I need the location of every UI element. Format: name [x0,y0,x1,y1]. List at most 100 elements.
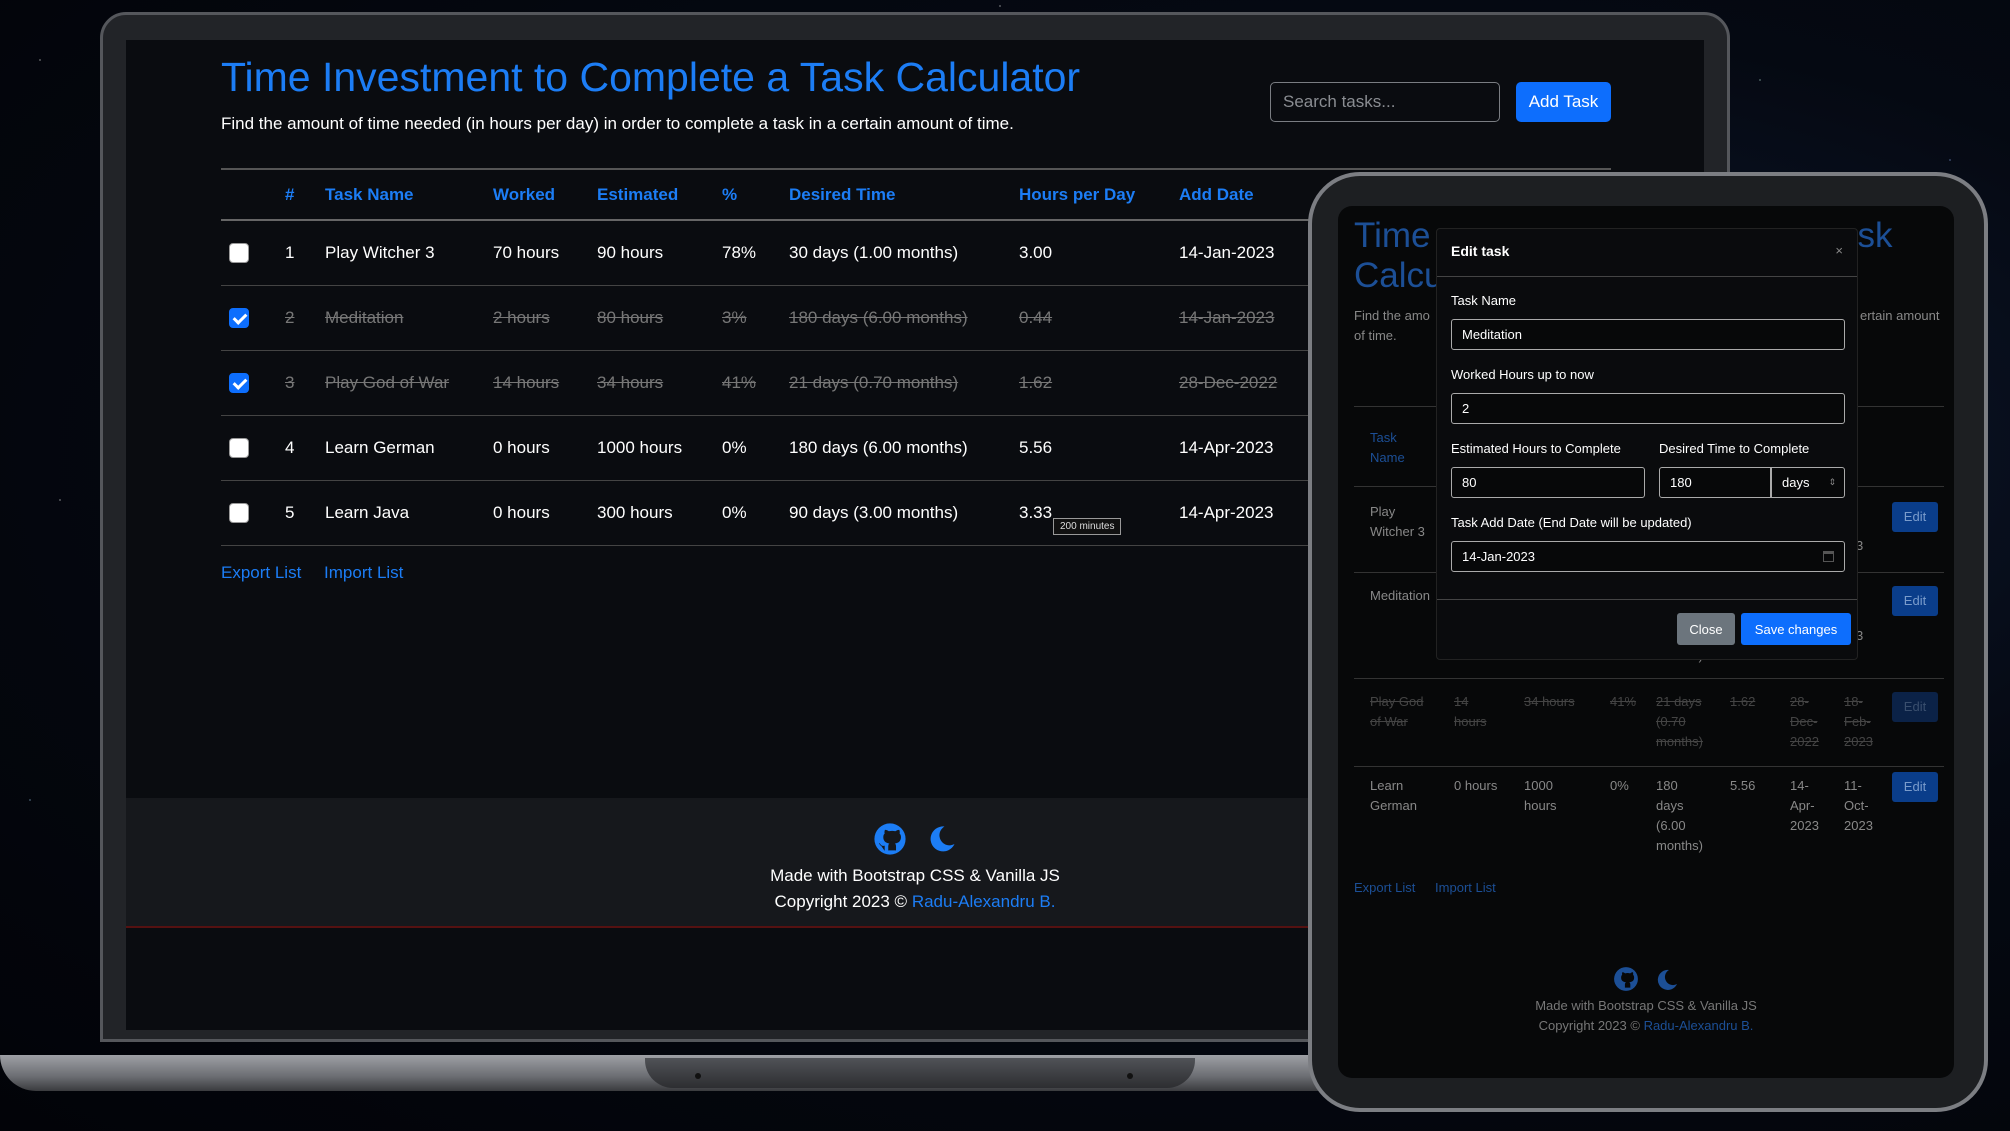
task-done-checkbox[interactable] [229,372,249,393]
moon-icon[interactable] [1655,968,1679,998]
modal-footer-divider [1437,599,1857,600]
tablet-edit-button[interactable]: Edit [1892,502,1938,532]
tablet-edit-button[interactable]: Edit [1892,692,1938,722]
divider [1354,678,1944,679]
desired-time-field[interactable]: 180 [1659,467,1771,498]
row-hours-per-day: 0.44 [1011,285,1171,351]
row-checkbox [221,285,277,351]
row-checkbox [221,350,277,416]
tablet-row3-worked: hours [1454,714,1487,729]
list-links: Export List Import List [221,563,421,583]
tablet-footer: Made with Bootstrap CSS & Vanilla JS Cop… [1338,966,1954,1036]
tablet-edit-button[interactable]: Edit [1892,586,1938,616]
worked-hours-field[interactable]: 2 [1451,393,1845,424]
row-checkbox [221,480,277,546]
desired-unit-select[interactable]: days ⇕ [1771,467,1845,498]
search-input[interactable] [1270,82,1500,122]
modal-title: Edit task [1451,243,1510,259]
tablet-header-name: Name [1370,450,1405,465]
github-icon[interactable] [873,822,907,861]
tablet-row3-add: 2022 [1790,734,1819,749]
page-title: Time Investment to Complete a Task Calcu… [221,54,1081,100]
modal-close-icon[interactable]: × [1835,243,1843,258]
tablet-row4-desired: (6.00 [1656,818,1686,833]
task-name-field[interactable]: Meditation [1451,319,1845,350]
tablet-row3-name: of War [1370,714,1408,729]
desired-time-label: Desired Time to Complete [1659,441,1810,456]
moon-icon[interactable] [927,824,957,859]
tablet-row3-est: 34 hours [1524,694,1575,709]
row-number: 3 [277,350,317,416]
calendar-icon[interactable] [1823,551,1834,562]
row-number: 1 [277,220,317,286]
copyright-text: Copyright 2023 © [1538,1018,1640,1033]
tablet-row3-add: Dec- [1790,714,1818,729]
row-hours-per-day: 1.62 [1011,350,1171,416]
row-percent: 3% [714,285,781,351]
desired-unit-value: days [1782,475,1810,490]
row-desired-time: 180 days (6.00 months) [781,415,1011,481]
export-list-link[interactable]: Export List [221,563,301,582]
import-list-link[interactable]: Import List [324,563,403,582]
task-done-checkbox[interactable] [229,307,249,328]
tablet-row4-est: hours [1524,798,1557,813]
tablet-list-links: Export List Import List [1354,880,1512,895]
row-checkbox [221,220,277,286]
tablet-row3-hpd: 1.62 [1730,694,1756,709]
task-name-label: Task Name [1451,293,1517,308]
tablet-row4-desired: months) [1656,838,1703,853]
task-done-checkbox[interactable] [229,437,249,458]
add-date-field[interactable]: 14-Jan-2023 [1451,541,1845,572]
tablet-row3-end: 18- [1844,694,1863,709]
tablet-row4-desired: 180 [1656,778,1678,793]
row-worked: 2 hours [485,285,589,351]
add-task-button[interactable]: Add Task [1516,82,1611,122]
row-hours-per-day: 3.33 [1011,480,1171,546]
tablet-row4-end: 2023 [1844,818,1873,833]
tablet-row4-add: 14- [1790,778,1809,793]
row-desired-time: 21 days (0.70 months) [781,350,1011,416]
tablet-row4-hpd: 5.56 [1730,778,1756,793]
tablet-export-link[interactable]: Export List [1354,880,1415,895]
row-worked: 14 hours [485,350,589,416]
add-date-value: 14-Jan-2023 [1462,549,1535,564]
tablet-edit-button[interactable]: Edit [1892,772,1938,802]
row-task-name: Learn Java [317,480,485,546]
task-done-checkbox[interactable] [229,243,249,263]
github-icon[interactable] [1613,966,1639,998]
tablet-row1-name: Play [1370,504,1396,519]
hinge-dot [695,1073,701,1079]
header-hours-per-day: Hours per Day [1011,170,1171,221]
close-button[interactable]: Close [1677,613,1735,645]
save-changes-button[interactable]: Save changes [1741,613,1851,645]
header-worked: Worked [485,170,589,221]
tablet-subtitle-left: Find the amo [1354,308,1430,323]
header-desired-time: Desired Time [781,170,1011,221]
task-done-checkbox[interactable] [229,502,249,523]
tablet-row4-add: 2023 [1790,818,1819,833]
estimated-hours-field[interactable]: 80 [1451,467,1645,498]
hours-tooltip: 200 minutes [1053,518,1122,535]
tablet-row3-worked: 14 [1454,694,1469,709]
row-checkbox [221,415,277,481]
tablet-author-link[interactable]: Radu-Alexandru B. [1644,1018,1754,1033]
tablet-row2-name: Meditation [1370,588,1430,603]
tablet-row3-desired: 21 days [1656,694,1702,709]
tablet-row3-end: 2023 [1844,734,1873,749]
divider [1354,766,1944,767]
row-task-name: Meditation [317,285,485,351]
tablet-row4-est: 1000 [1524,778,1553,793]
tablet-row4-name: German [1370,798,1417,813]
tablet-row3-add: 28- [1790,694,1809,709]
row-estimated: 80 hours [589,285,714,351]
header-task-name: Task Name [317,170,485,221]
row-percent: 0% [714,415,781,481]
author-link[interactable]: Radu-Alexandru B. [912,892,1056,911]
row-number: 5 [277,480,317,546]
tablet-row4-desired: days [1656,798,1684,813]
copyright-text: Copyright 2023 © [774,892,908,911]
tablet-import-link[interactable]: Import List [1435,880,1496,895]
hinge-dot [1127,1073,1133,1079]
tablet-row3-desired: (0.70 [1656,714,1686,729]
tablet-row1-name: Witcher 3 [1370,524,1425,539]
